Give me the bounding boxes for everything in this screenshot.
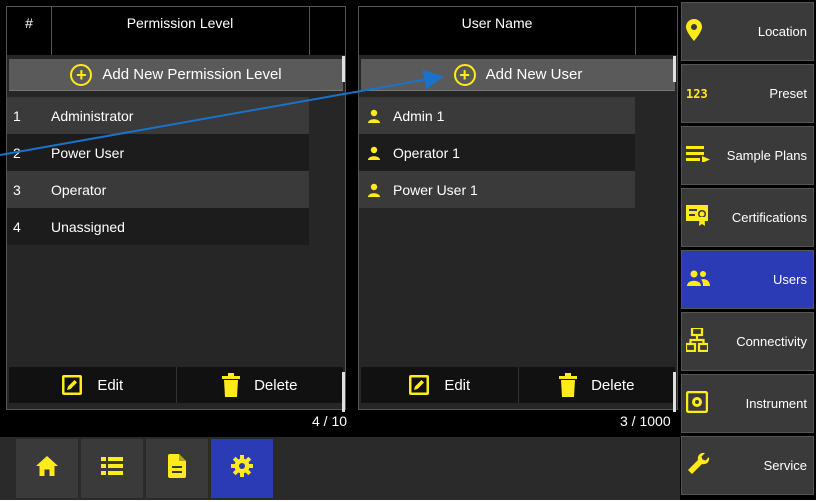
permission-name: Unassigned [51,218,125,235]
permission-number: 2 [13,144,21,161]
nav-item-users[interactable]: Users [681,250,814,309]
user-name: Power User 1 [393,181,478,198]
user-row-1[interactable]: Admin 1 [359,97,635,134]
user-row-2[interactable]: Operator 1 [359,134,635,171]
permission-row-1[interactable]: 1 Administrator [7,97,309,134]
delete-label: Delete [254,376,298,394]
permission-name: Operator [51,181,107,198]
network-icon [684,326,710,355]
permission-number: 3 [13,181,21,198]
user-icon [359,109,393,123]
column-header-user-name: User Name [461,15,533,31]
nav-item-certifications[interactable]: Certifications [681,188,814,247]
permission-row-4[interactable]: 4 Unassigned [7,208,309,245]
add-permission-level-button[interactable]: + Add New Permission Level [9,59,343,91]
user-counter: 3 / 1000 [620,413,671,429]
settings-button[interactable] [211,439,273,498]
nav-label: Certifications [731,210,807,225]
location-pin-icon [686,19,702,44]
nav-label: Sample Plans [726,148,807,163]
home-icon [35,455,59,482]
user-list: Admin 1 Operator 1 Power User 1 [359,97,635,208]
edit-icon [61,374,83,396]
scrollbar-indicator [673,372,676,412]
nav-label: Preset [769,86,807,101]
user-name: Operator 1 [393,144,460,161]
user-name: Admin 1 [393,107,445,124]
add-circle-icon: + [70,63,93,86]
nav-label: Location [757,24,807,39]
nav-label: Users [773,272,807,287]
instrument-icon [685,390,709,416]
permission-row-2[interactable]: 2 Power User [7,134,309,171]
user-name-panel: User Name + Add New User Admin 1 Operato… [358,6,678,410]
add-permission-level-label: Add New Permission Level [102,66,282,83]
nav-item-connectivity[interactable]: Connectivity [681,312,814,371]
certificate-icon [686,205,708,230]
user-icon [359,183,393,197]
settings-gear-icon [230,454,254,483]
delete-label: Delete [591,376,635,394]
permission-actions-bar: Edit Delete [9,367,343,403]
right-navigation: Location 123 Preset Sample Plans Certifi… [681,0,816,500]
trash-icon [222,373,241,397]
permission-number: 1 [13,107,21,124]
scrollbar-indicator [342,56,345,82]
user-icon [359,146,393,160]
edit-user-button[interactable]: Edit [361,367,518,403]
column-header-number: # [25,15,33,31]
permission-list: 1 Administrator 2 Power User 3 Operator … [7,97,309,245]
users-icon [686,270,710,289]
edit-label: Edit [444,376,471,394]
permission-row-3[interactable]: 3 Operator [7,171,309,208]
home-button[interactable] [16,439,78,498]
permission-level-panel: # Permission Level + Add New Permission … [6,6,346,410]
document-icon [168,454,186,483]
nav-item-sample-plans[interactable]: Sample Plans [681,126,814,185]
scrollbar-indicator [673,56,676,82]
user-actions-bar: Edit Delete [361,367,675,403]
nav-item-service[interactable]: Service [681,436,814,495]
delete-user-button[interactable]: Delete [517,367,675,403]
trash-icon [559,373,578,397]
add-new-user-button[interactable]: + Add New User [361,59,675,91]
nav-item-preset[interactable]: 123 Preset [681,64,814,123]
numbers-123-icon: 123 [686,86,708,101]
nav-item-location[interactable]: Location [681,2,814,61]
nav-label: Connectivity [736,334,807,349]
permission-table-header: # Permission Level [7,7,345,55]
permission-name: Administrator [51,107,134,124]
add-circle-icon: + [453,63,476,86]
nav-label: Service [763,458,807,473]
bottom-toolbar [0,437,680,500]
nav-label: Instrument [745,396,807,411]
nav-item-instrument[interactable]: Instrument [681,374,814,433]
delete-permission-button[interactable]: Delete [175,367,343,403]
settings-screen: # Permission Level + Add New Permission … [0,0,816,500]
scrollbar-indicator [342,372,345,412]
edit-icon [408,374,430,396]
add-new-user-label: Add New User [485,66,583,83]
document-button[interactable] [146,439,208,498]
list-icon [101,457,123,480]
edit-permission-button[interactable]: Edit [9,367,176,403]
permission-number: 4 [13,218,21,235]
user-table-header: User Name [359,7,677,55]
permission-name: Power User [51,144,125,161]
edit-label: Edit [97,376,124,394]
user-row-3[interactable]: Power User 1 [359,171,635,208]
column-header-permission-level: Permission Level [126,15,234,31]
list-button[interactable] [81,439,143,498]
wrench-icon [686,452,710,479]
sample-plans-icon [686,146,710,165]
permission-counter: 4 / 10 [312,413,348,429]
